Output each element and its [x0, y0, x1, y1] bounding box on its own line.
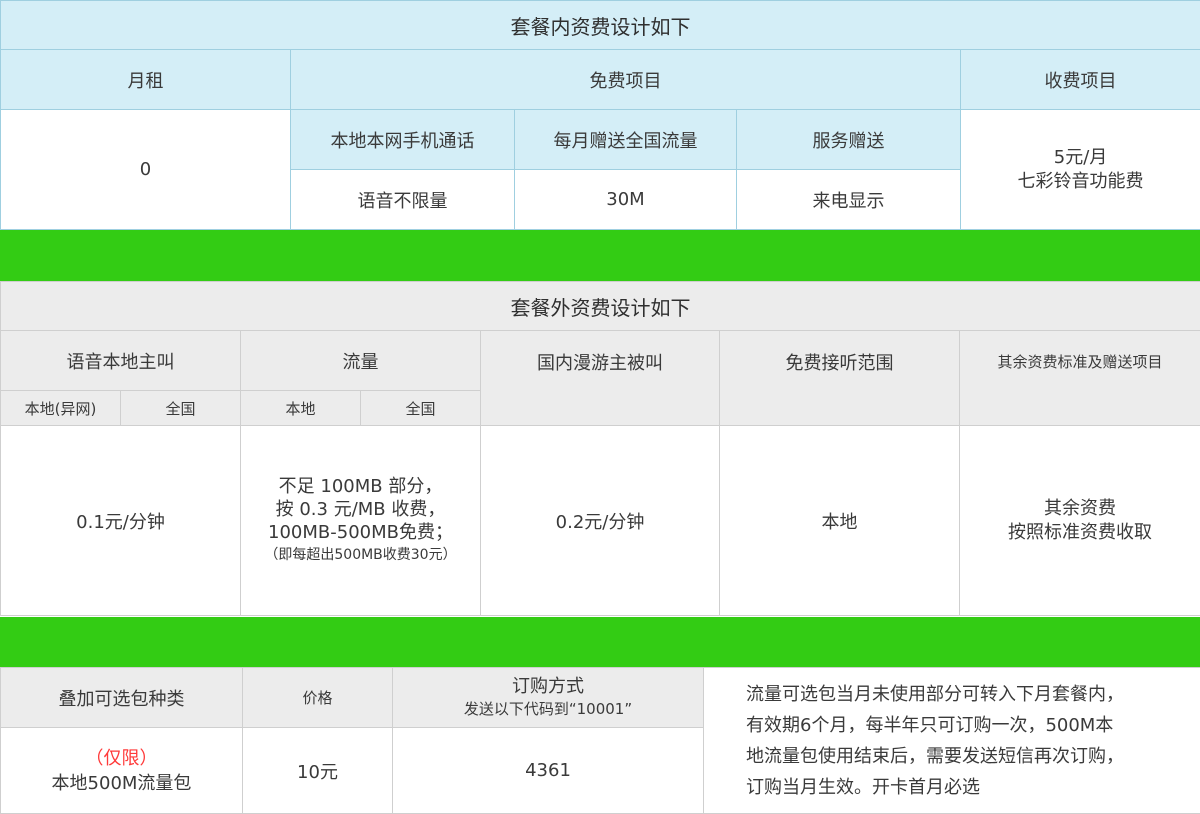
description-line: 有效期6个月，每半年只可订购一次，500M本 — [746, 714, 1114, 736]
roaming-value: 0.2元/分钟 — [480, 425, 720, 616]
free-items-header: 免费项目 — [290, 49, 961, 110]
free-item-value: 来电显示 — [736, 169, 961, 230]
addon-type-header: 叠加可选包种类 — [0, 667, 243, 728]
data-value-line: 不足 100MB 部分， — [278, 475, 443, 497]
addon-package-name: 本地500M流量包 — [51, 772, 192, 794]
other-value-line: 其余资费 — [1044, 497, 1117, 519]
inclusive-title: 套餐内资费设计如下 — [0, 0, 1200, 50]
charged-desc: 七彩铃音功能费 — [1017, 170, 1144, 192]
roaming-header: 国内漫游主被叫 — [480, 330, 720, 426]
addon-price-header: 价格 — [242, 667, 393, 728]
other-value-line: 按照标准资费收取 — [1008, 521, 1153, 543]
free-receive-header: 免费接听范围 — [719, 330, 960, 426]
description-line: 订购当月生效。开卡首月必选 — [746, 776, 980, 798]
addon-order-header: 订购方式 发送以下代码到“10001” — [392, 667, 704, 728]
charged-price: 5元/月 — [1053, 146, 1108, 168]
addon-section: 叠加可选包种类 价格 订购方式 发送以下代码到“10001” 流量可选包当月未使… — [0, 667, 1200, 814]
free-item-value: 30M — [514, 169, 737, 230]
voice-value: 0.1元/分钟 — [0, 425, 241, 616]
free-receive-value: 本地 — [719, 425, 960, 616]
data-value-line: 100MB-500MB免费； — [268, 521, 453, 543]
other-value: 其余资费 按照标准资费收取 — [958, 425, 1200, 616]
free-item-label: 服务赠送 — [736, 109, 961, 170]
free-receive-header-label: 免费接听范围 — [785, 353, 894, 374]
order-method-sub: 发送以下代码到“10001” — [463, 699, 633, 718]
addon-description: 流量可选包当月未使用部分可转入下月套餐内， 有效期6个月，每半年只可订购一次，5… — [703, 667, 1200, 814]
addon-type-value: （仅限） 本地500M流量包 — [0, 727, 243, 814]
inclusive-section: 套餐内资费设计如下 月租 免费项目 收费项目 0 本地本网手机通话 每月赠送全国… — [0, 0, 1200, 230]
data-value-note: （即每超出500MB收费30元） — [264, 546, 457, 563]
order-method-label: 订购方式 — [512, 675, 584, 697]
addon-code-value: 4361 — [392, 727, 704, 814]
green-divider — [0, 230, 1200, 281]
monthly-header: 月租 — [0, 49, 291, 110]
voice-local-subheader: 本地(异网) — [0, 390, 121, 426]
charged-items-header: 收费项目 — [959, 49, 1200, 110]
free-item-label: 每月赠送全国流量 — [514, 109, 737, 170]
data-value-line: 按 0.3 元/MB 收费， — [275, 498, 446, 520]
data-national-subheader: 全国 — [360, 390, 481, 426]
roaming-header-label: 国内漫游主被叫 — [537, 353, 663, 374]
voice-national-subheader: 全国 — [120, 390, 241, 426]
description-line: 地流量包使用结束后，需要发送短信再次订购， — [746, 745, 1124, 767]
free-item-value: 语音不限量 — [290, 169, 515, 230]
data-header: 流量 — [240, 330, 481, 391]
data-local-subheader: 本地 — [240, 390, 361, 426]
green-divider — [0, 617, 1200, 667]
other-header: 其余资费标准及赠送项目 — [958, 330, 1200, 426]
addon-price-value: 10元 — [242, 727, 393, 814]
free-item-label: 本地本网手机通话 — [290, 109, 515, 170]
other-header-label: 其余资费标准及赠送项目 — [997, 353, 1163, 371]
overage-section: 套餐外资费设计如下 语音本地主叫 流量 国内漫游主被叫 免费接听范围 其余资费标… — [0, 281, 1200, 616]
charged-value: 5元/月 七彩铃音功能费 — [959, 109, 1200, 230]
voice-header: 语音本地主叫 — [0, 330, 241, 391]
overage-title: 套餐外资费设计如下 — [0, 281, 1200, 331]
monthly-value: 0 — [0, 109, 291, 230]
limited-note: （仅限） — [85, 747, 158, 769]
description-line: 流量可选包当月未使用部分可转入下月套餐内， — [746, 683, 1124, 705]
data-value: 不足 100MB 部分， 按 0.3 元/MB 收费， 100MB-500MB免… — [240, 425, 481, 616]
